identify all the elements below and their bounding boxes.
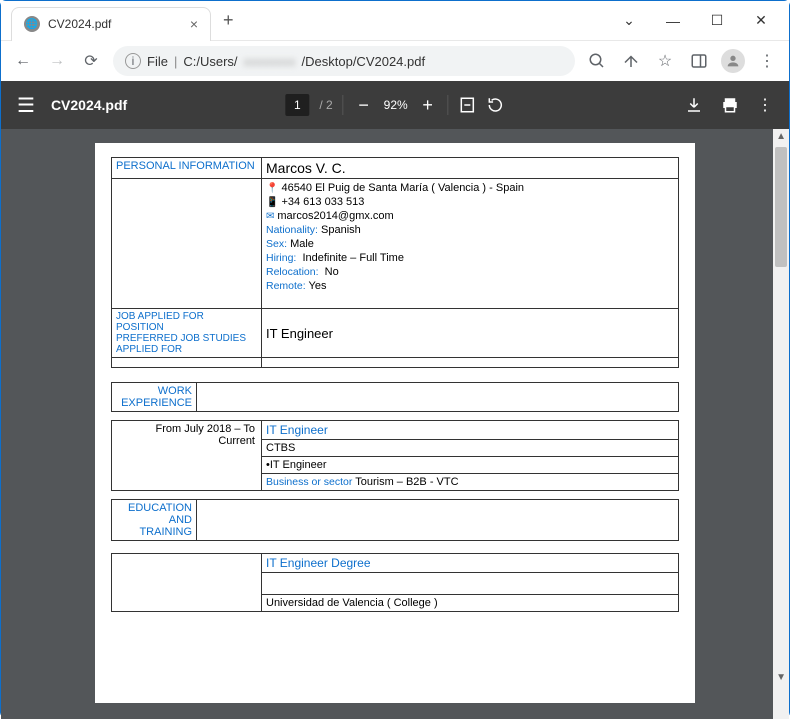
forward-button[interactable]: → bbox=[45, 49, 69, 73]
zoom-value: 92% bbox=[384, 98, 408, 112]
url-input[interactable]: i File | C:/Users/ xxxxxxxx /Desktop/CV2… bbox=[113, 46, 575, 76]
cv-remote: Yes bbox=[309, 280, 327, 292]
cv-phone: +34 613 033 513 bbox=[281, 196, 364, 208]
chevron-down-icon[interactable]: ⌄ bbox=[611, 7, 647, 35]
scroll-up-icon[interactable]: ▲ bbox=[776, 131, 786, 142]
window-controls: ⌄ — ☐ ✕ bbox=[611, 7, 789, 35]
work-sector: Tourism – B2B - VTC bbox=[355, 476, 458, 488]
scroll-down-icon[interactable]: ▼ bbox=[776, 672, 786, 683]
hamburger-icon[interactable]: ☰ bbox=[17, 93, 35, 118]
cv-workexp-header: WORK EXPERIENCE bbox=[111, 382, 679, 412]
cv-hiring: Indefinite – Full Time bbox=[302, 252, 404, 264]
address-bar: ← → ⟳ i File | C:/Users/ xxxxxxxx /Deskt… bbox=[1, 41, 789, 81]
tab-title: CV2024.pdf bbox=[48, 17, 182, 31]
scrollbar[interactable]: ▲ ▼ bbox=[773, 129, 789, 719]
university: Universidad de Valencia ( College ) bbox=[262, 595, 679, 612]
url-path-start: C:/Users/ bbox=[183, 54, 237, 69]
phone-icon: 📱 bbox=[266, 197, 278, 208]
pdf-filename: CV2024.pdf bbox=[51, 97, 127, 113]
work-exp-label: WORK EXPERIENCE bbox=[112, 383, 197, 412]
remote-label: Remote: bbox=[266, 280, 306, 292]
close-button[interactable]: ✕ bbox=[743, 7, 779, 35]
pdf-viewer: PERSONAL INFORMATION Marcos V. C. 📍46540… bbox=[1, 129, 789, 719]
education-label: EDUCATION AND TRAINING bbox=[112, 500, 197, 541]
reload-button[interactable]: ⟳ bbox=[79, 49, 103, 73]
job-applied-label: JOB APPLIED FOR POSITION PREFERRED JOB S… bbox=[112, 309, 262, 358]
sex-label: Sex: bbox=[266, 238, 287, 250]
nationality-label: Nationality: bbox=[266, 224, 318, 236]
relocation-label: Relocation: bbox=[266, 266, 319, 278]
work-period: From July 2018 – To Current bbox=[112, 421, 262, 491]
page-total: / 2 bbox=[319, 98, 332, 112]
url-separator: | bbox=[174, 54, 177, 69]
url-path-end: /Desktop/CV2024.pdf bbox=[302, 54, 426, 69]
browser-tab[interactable]: 🌐 CV2024.pdf × bbox=[11, 7, 211, 41]
back-button[interactable]: ← bbox=[11, 49, 35, 73]
degree: IT Engineer Degree bbox=[262, 554, 679, 573]
cv-contact-cell: 📍46540 El Puig de Santa María ( Valencia… bbox=[262, 179, 679, 309]
cv-email: marcos2014@gmx.com bbox=[277, 210, 393, 222]
fit-page-icon[interactable] bbox=[459, 96, 477, 114]
cv-job-applied: IT Engineer bbox=[262, 309, 679, 358]
menu-icon[interactable]: ⋮ bbox=[755, 49, 779, 73]
rotate-icon[interactable] bbox=[487, 96, 505, 114]
tab-close-icon[interactable]: × bbox=[190, 16, 198, 32]
cv-education-header: EDUCATION AND TRAINING bbox=[111, 499, 679, 541]
cv-sex: Male bbox=[290, 238, 314, 250]
cv-education-entry: IT Engineer Degree Universidad de Valenc… bbox=[111, 553, 679, 612]
search-icon[interactable] bbox=[585, 49, 609, 73]
pdf-toolbar: ☰ CV2024.pdf 1 / 2 − 92% + ⋮ bbox=[1, 81, 789, 129]
toolbar-divider bbox=[448, 95, 449, 115]
work-role: •IT Engineer bbox=[262, 457, 679, 474]
email-icon: ✉ bbox=[266, 211, 274, 222]
personal-info-label: PERSONAL INFORMATION bbox=[112, 158, 262, 179]
bookmark-icon[interactable]: ☆ bbox=[653, 49, 677, 73]
minimize-button[interactable]: — bbox=[655, 7, 691, 35]
work-sector-label: Business or sector bbox=[266, 476, 352, 488]
zoom-out-button[interactable]: − bbox=[354, 95, 374, 116]
new-tab-button[interactable]: + bbox=[223, 10, 234, 31]
pdf-page: PERSONAL INFORMATION Marcos V. C. 📍46540… bbox=[95, 143, 695, 703]
work-title: IT Engineer bbox=[262, 421, 679, 440]
url-blurred-segment: xxxxxxxx bbox=[244, 54, 296, 69]
cv-personal-table: PERSONAL INFORMATION Marcos V. C. 📍46540… bbox=[111, 157, 679, 368]
cv-nationality: Spanish bbox=[321, 224, 361, 236]
maximize-button[interactable]: ☐ bbox=[699, 7, 735, 35]
hiring-label: Hiring: bbox=[266, 252, 296, 264]
side-panel-icon[interactable] bbox=[687, 49, 711, 73]
scroll-thumb[interactable] bbox=[775, 147, 787, 267]
work-company: CTBS bbox=[262, 440, 679, 457]
print-icon[interactable] bbox=[721, 96, 739, 114]
page-input[interactable]: 1 bbox=[285, 94, 309, 116]
location-icon: 📍 bbox=[266, 183, 278, 194]
profile-avatar[interactable] bbox=[721, 49, 745, 73]
tab-favicon: 🌐 bbox=[24, 16, 40, 32]
cv-name: Marcos V. C. bbox=[262, 158, 679, 179]
cv-address: 46540 El Puig de Santa María ( Valencia … bbox=[281, 182, 524, 194]
toolbar-divider bbox=[343, 95, 344, 115]
share-icon[interactable] bbox=[619, 49, 643, 73]
download-icon[interactable] bbox=[685, 96, 703, 114]
browser-titlebar: 🌐 CV2024.pdf × + ⌄ — ☐ ✕ bbox=[1, 1, 789, 41]
zoom-in-button[interactable]: + bbox=[418, 95, 438, 116]
url-scheme: File bbox=[147, 54, 168, 69]
more-icon[interactable]: ⋮ bbox=[757, 95, 773, 115]
cv-relocation: No bbox=[325, 266, 339, 278]
info-icon[interactable]: i bbox=[125, 53, 141, 69]
cv-workexp-entry: From July 2018 – To Current IT Engineer … bbox=[111, 420, 679, 491]
